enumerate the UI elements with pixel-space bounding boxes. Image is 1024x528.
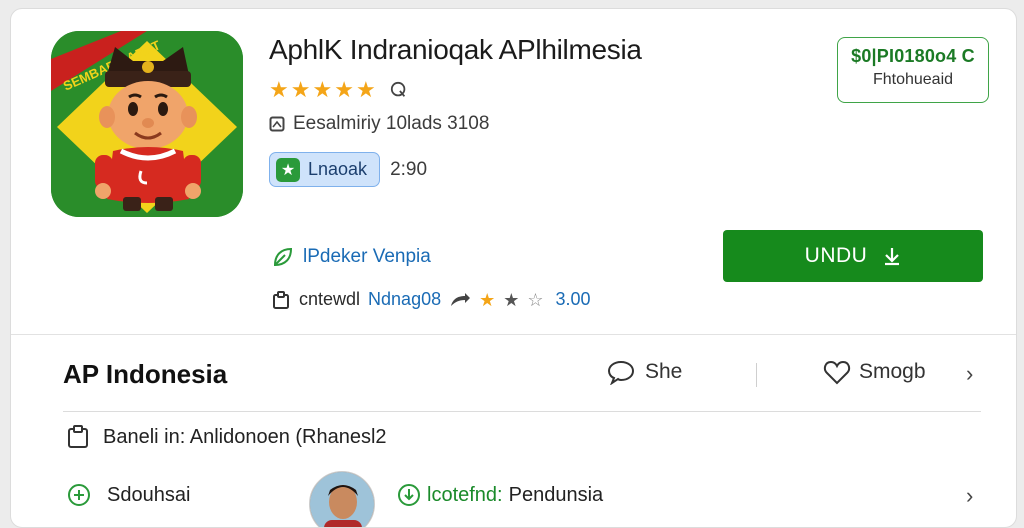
bottom-mid-prefix: lcotefnd:: [427, 483, 503, 506]
share-label: She: [645, 360, 683, 383]
bottom-mid-value: Pendunsia: [508, 483, 604, 506]
plus-circle-icon: [68, 484, 90, 506]
star-icon: ★: [334, 77, 354, 102]
price-box[interactable]: $0|PI0180o4 C Fhtohueaid: [837, 37, 989, 103]
search-info-icon[interactable]: [390, 81, 408, 99]
price-sub: Fhtohueaid: [872, 71, 954, 88]
bottom-left-label: Sdouhsai: [107, 483, 191, 506]
stats-row: cntewdl Ndnag08 ★ ★ ☆ 3.00: [271, 289, 591, 310]
share-arrow-icon: [451, 292, 471, 306]
stats-link[interactable]: Ndnag08: [368, 289, 441, 310]
install-button[interactable]: UNDU: [723, 230, 983, 282]
avatar[interactable]: [309, 471, 375, 527]
star-icon: ★: [269, 77, 289, 102]
vertical-separator: [756, 363, 757, 387]
mascot-illustration: SEMBAR BARAT: [51, 31, 243, 217]
price-amount: $0|PI0180o4 C: [851, 46, 975, 66]
divider: [11, 334, 1016, 335]
star-outline-icon: ☆: [527, 289, 544, 310]
badge-label: Lnaoak: [308, 159, 368, 179]
developer-name: lPdeker Venpia: [303, 246, 431, 267]
heart-icon: [823, 360, 851, 385]
developer-link[interactable]: lPdeker Venpia: [271, 245, 431, 269]
star-icon: ★: [312, 77, 333, 102]
stats-prefix: cntewdl: [299, 289, 361, 309]
app-card: SEMBAR BARAT AphlK Indranioqak APlhilmes…: [10, 8, 1017, 528]
editors-badge[interactable]: ★ Lnaoak: [269, 152, 381, 187]
bottom-left-item[interactable]: Sdouhsai: [67, 483, 190, 507]
person-photo: [310, 472, 374, 527]
star-icon: ★: [479, 289, 496, 310]
detail-text: Baneli in: Anlidonoen (Rhanesl2: [103, 425, 387, 448]
share-button[interactable]: She: [607, 359, 682, 385]
leaf-icon: [273, 247, 293, 267]
clipboard-icon: [273, 290, 289, 309]
chat-bubble-icon: [607, 360, 635, 385]
star-badge-icon: ★: [276, 157, 300, 182]
star-icon: ★: [290, 77, 311, 102]
wishlist-label: Smogb: [859, 360, 926, 383]
chevron-right-icon[interactable]: ›: [966, 361, 973, 387]
bottom-mid-item[interactable]: lcotefnd: Pendunsia: [397, 483, 603, 507]
wishlist-button[interactable]: Smogb: [823, 359, 926, 385]
download-circle-icon: [398, 484, 420, 506]
badge-time: 2:90: [390, 158, 428, 180]
star-icon: ★: [355, 77, 376, 102]
rating-value: 3.00: [555, 289, 591, 309]
install-label: UNDU: [804, 244, 868, 267]
app-title: AphlK Indranioqak APlhilmesia: [269, 34, 642, 65]
document-icon: [68, 425, 88, 448]
bottom-row: Sdouhsai lcotefnd: Pendunsia ›: [67, 471, 987, 527]
app-meta: Eesalmiriy 10lads 3108: [269, 113, 489, 135]
chevron-right-icon[interactable]: ›: [966, 483, 973, 509]
app-icon[interactable]: SEMBAR BARAT: [51, 31, 243, 217]
meta-text: Eesalmiriy 10lads 3108: [293, 113, 490, 134]
section-title: AP Indonesia: [63, 359, 228, 389]
download-icon: [885, 248, 900, 266]
divider: [63, 411, 981, 412]
detail-row: Baneli in: Anlidonoen (Rhanesl2: [67, 425, 387, 449]
badge-row: ★ Lnaoak 2:90: [269, 152, 427, 187]
star-icon: ★: [503, 289, 520, 310]
content-rating-icon: [269, 116, 285, 132]
rating-stars: ★ ★ ★ ★ ★: [269, 79, 408, 101]
